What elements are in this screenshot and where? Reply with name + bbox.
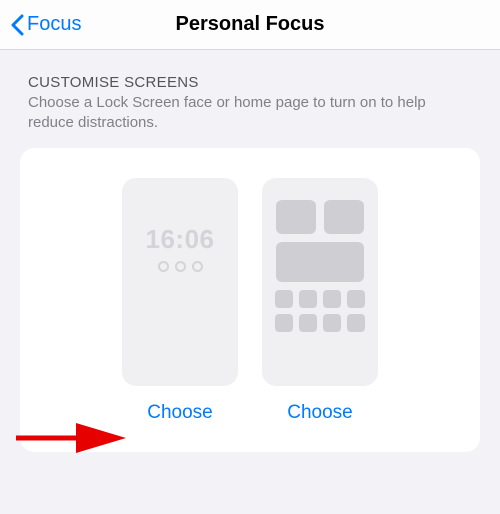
app-icon bbox=[299, 314, 317, 332]
home-screen-mock[interactable] bbox=[262, 178, 378, 386]
customise-card: 16:06 Choose bbox=[20, 148, 480, 452]
back-button[interactable]: Focus bbox=[10, 13, 81, 36]
widget-dot-icon bbox=[192, 261, 203, 272]
app-icon bbox=[275, 314, 293, 332]
lock-clock: 16:06 bbox=[146, 224, 215, 255]
home-screen-preview-column: Choose bbox=[262, 178, 378, 424]
widget-row bbox=[276, 242, 364, 282]
choose-home-screen-button[interactable]: Choose bbox=[287, 402, 353, 424]
app-grid bbox=[275, 290, 365, 332]
app-icon bbox=[347, 290, 365, 308]
choose-lock-screen-button[interactable]: Choose bbox=[147, 402, 213, 424]
lock-screen-preview-column: 16:06 Choose bbox=[122, 178, 238, 424]
app-icon bbox=[276, 200, 316, 234]
page-title: Personal Focus bbox=[176, 13, 325, 36]
app-icon bbox=[275, 290, 293, 308]
section-description: Choose a Lock Screen face or home page t… bbox=[20, 93, 480, 134]
app-icon bbox=[323, 290, 341, 308]
widget-icon bbox=[276, 242, 364, 282]
app-icon bbox=[347, 314, 365, 332]
nav-header: Focus Personal Focus bbox=[0, 0, 500, 50]
lock-widget-dots bbox=[158, 261, 203, 272]
chevron-left-icon bbox=[10, 14, 25, 36]
app-icon bbox=[299, 290, 317, 308]
section-label: CUSTOMISE SCREENS bbox=[20, 74, 480, 91]
content: CUSTOMISE SCREENS Choose a Lock Screen f… bbox=[0, 50, 500, 452]
widget-dot-icon bbox=[175, 261, 186, 272]
lock-screen-mock[interactable]: 16:06 bbox=[122, 178, 238, 386]
app-icon bbox=[323, 314, 341, 332]
widget-dot-icon bbox=[158, 261, 169, 272]
widget-row bbox=[276, 200, 364, 234]
back-label: Focus bbox=[27, 13, 81, 36]
app-icon bbox=[324, 200, 364, 234]
